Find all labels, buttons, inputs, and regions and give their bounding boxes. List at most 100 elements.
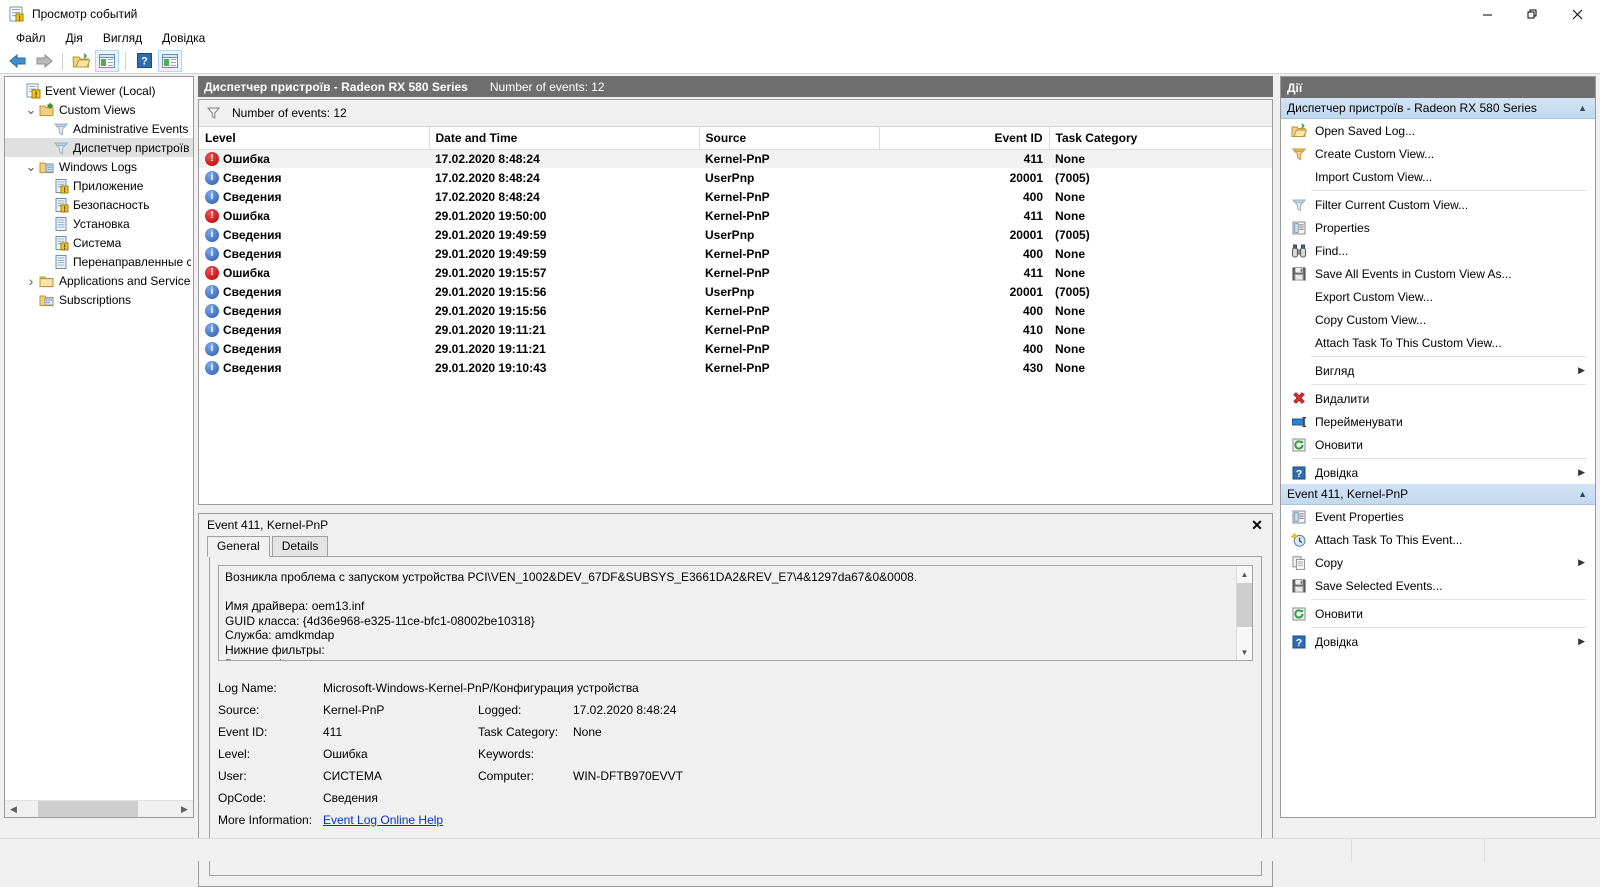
error-icon: ! [205, 266, 219, 280]
column-header-task-category[interactable]: Task Category [1049, 127, 1273, 149]
table-row[interactable]: iСведения29.01.2020 19:49:59Kernel-PnP40… [199, 244, 1273, 263]
tab-details[interactable]: Details [272, 536, 329, 556]
cell-source: Kernel-PnP [699, 187, 879, 206]
table-row[interactable]: !Ошибка17.02.2020 8:48:24Kernel-PnP411No… [199, 149, 1273, 168]
tab-general[interactable]: General [207, 536, 270, 557]
tree-item-6[interactable]: Безопасность [5, 195, 193, 214]
action-item-copy[interactable]: Copy▶ [1281, 551, 1595, 574]
tree-item-10[interactable]: › Applications and Services Lo [5, 271, 193, 290]
chevron-down-icon[interactable]: ⌄ [23, 102, 39, 118]
scroll-down-icon[interactable]: ▼ [1237, 644, 1252, 660]
action-item-find[interactable]: Find... [1281, 239, 1595, 262]
tree-item-9[interactable]: Перенаправленные соб [5, 252, 193, 271]
description-vertical-scrollbar[interactable]: ▲ ▼ [1236, 566, 1252, 660]
column-header-datetime[interactable]: Date and Time [429, 127, 699, 149]
chevron-down-icon[interactable]: ⌄ [23, 159, 39, 175]
menu-help[interactable]: Довідка [152, 29, 215, 47]
cell-event-id: 20001 [879, 282, 1049, 301]
scroll-left-icon[interactable]: ◀ [5, 801, 22, 818]
action-item-attach-task-to-this-custom-view[interactable]: Attach Task To This Custom View... [1281, 331, 1595, 354]
level-label: Ошибка [223, 209, 270, 223]
action-item-видалити[interactable]: Видалити [1281, 387, 1595, 410]
action-item-довідка[interactable]: ?Довідка▶ [1281, 461, 1595, 484]
tree-item-5[interactable]: Приложение [5, 176, 193, 195]
action-item-довідка[interactable]: ?Довідка▶ [1281, 630, 1595, 653]
tree-item-3[interactable]: Диспетчер пристроїв - [5, 138, 193, 157]
action-item-properties[interactable]: Properties [1281, 216, 1595, 239]
table-row[interactable]: iСведения29.01.2020 19:49:59UserPnp20001… [199, 225, 1273, 244]
toolbar-separator [62, 52, 63, 70]
cell-source: Kernel-PnP [699, 263, 879, 282]
table-row[interactable]: iСведения29.01.2020 19:11:21Kernel-PnP40… [199, 339, 1273, 358]
close-button[interactable] [1555, 0, 1600, 28]
chevron-right-icon[interactable]: › [23, 273, 39, 289]
detail-tab-panel: Возникла проблема с запуском устройства … [209, 556, 1262, 876]
filter-summary-bar[interactable]: Number of events: 12 [199, 100, 1272, 127]
forward-button[interactable] [32, 50, 56, 72]
action-item-оновити[interactable]: Оновити [1281, 433, 1595, 456]
status-cell-3 [1485, 839, 1600, 861]
tree-item-0[interactable]: Event Viewer (Local) [5, 81, 193, 100]
action-item-save-selected-events[interactable]: Save Selected Events... [1281, 574, 1595, 597]
open-folder-icon[interactable] [69, 50, 93, 72]
column-header-event-id[interactable]: Event ID [879, 127, 1049, 149]
chevron-up-icon[interactable]: ▲ [1578, 103, 1587, 113]
action-item-вигляд[interactable]: Вигляд▶ [1281, 359, 1595, 382]
table-row[interactable]: iСведения29.01.2020 19:15:56UserPnp20001… [199, 282, 1273, 301]
tree-item-7[interactable]: Установка [5, 214, 193, 233]
action-item-save-all-events-in-custom-view-as[interactable]: Save All Events in Custom View As... [1281, 262, 1595, 285]
actions-group-header-event[interactable]: Event 411, Kernel-PnP ▲ [1281, 484, 1595, 505]
table-row[interactable]: !Ошибка29.01.2020 19:15:57Kernel-PnP411N… [199, 263, 1273, 282]
metadata-row-log-name: Log Name: Microsoft-Windows-Kernel-PnP/К… [218, 677, 1253, 699]
action-item-перейменувати[interactable]: Перейменувати [1281, 410, 1595, 433]
tree-item-8[interactable]: Система [5, 233, 193, 252]
table-row[interactable]: iСведения29.01.2020 19:10:43Kernel-PnP43… [199, 358, 1273, 377]
action-item-event-properties[interactable]: Event Properties [1281, 505, 1595, 528]
scroll-up-icon[interactable]: ▲ [1237, 566, 1252, 582]
menu-file[interactable]: Файл [6, 29, 56, 47]
action-item-copy-custom-view[interactable]: Copy Custom View... [1281, 308, 1595, 331]
level-label: Ошибка [223, 266, 270, 280]
action-item-open-saved-log[interactable]: Open Saved Log... [1281, 119, 1595, 142]
metadata-row-source: Source: Kernel-PnP Logged: 17.02.2020 8:… [218, 699, 1253, 721]
action-item-filter-current-custom-view[interactable]: Filter Current Custom View... [1281, 193, 1595, 216]
tree-item-11[interactable]: Subscriptions [5, 290, 193, 309]
table-row[interactable]: iСведения29.01.2020 19:11:21Kernel-PnP41… [199, 320, 1273, 339]
table-row[interactable]: iСведения17.02.2020 8:48:24Kernel-PnP400… [199, 187, 1273, 206]
scroll-thumb[interactable] [1237, 583, 1253, 627]
level-label: Сведения [223, 323, 281, 337]
tree-item-4[interactable]: ⌄ Windows Logs [5, 157, 193, 176]
column-header-level[interactable]: Level [199, 127, 429, 149]
chevron-up-icon-2[interactable]: ▲ [1578, 489, 1587, 499]
maximize-restore-button[interactable] [1510, 0, 1555, 28]
minimize-button[interactable] [1465, 0, 1510, 28]
scroll-track[interactable] [22, 801, 176, 818]
tree-horizontal-scrollbar[interactable]: ◀ ▶ [5, 800, 193, 817]
event-metadata: Log Name: Microsoft-Windows-Kernel-PnP/К… [218, 677, 1253, 831]
column-header-source[interactable]: Source [699, 127, 879, 149]
table-row[interactable]: !Ошибка29.01.2020 19:50:00Kernel-PnP411N… [199, 206, 1273, 225]
event-log-online-help-link[interactable]: Event Log Online Help [323, 813, 443, 827]
event-table: Level Date and Time Source Event ID Task… [199, 127, 1273, 377]
menu-view[interactable]: Вигляд [93, 29, 152, 47]
no-icon [1289, 169, 1309, 185]
table-row[interactable]: iСведения17.02.2020 8:48:24UserPnp20001(… [199, 168, 1273, 187]
console-tree-icon[interactable] [95, 50, 119, 72]
scroll-right-icon[interactable]: ▶ [176, 801, 193, 818]
menu-action[interactable]: Дія [56, 29, 93, 47]
action-item-оновити[interactable]: Оновити [1281, 602, 1595, 625]
action-pane-icon[interactable] [158, 50, 182, 72]
action-item-attach-task-to-this-event[interactable]: Attach Task To This Event... [1281, 528, 1595, 551]
action-item-create-custom-view[interactable]: Create Custom View... [1281, 142, 1595, 165]
cell-source: Kernel-PnP [699, 339, 879, 358]
tree-item-1[interactable]: ⌄ Custom Views [5, 100, 193, 119]
close-icon[interactable]: ✕ [1248, 516, 1266, 534]
tree-item-2[interactable]: Administrative Events [5, 119, 193, 138]
back-button[interactable] [6, 50, 30, 72]
action-item-import-custom-view[interactable]: Import Custom View... [1281, 165, 1595, 188]
table-row[interactable]: iСведения29.01.2020 19:15:56Kernel-PnP40… [199, 301, 1273, 320]
actions-group-header-custom-view[interactable]: Диспетчер пристроїв - Radeon RX 580 Seri… [1281, 98, 1595, 119]
action-item-export-custom-view[interactable]: Export Custom View... [1281, 285, 1595, 308]
scroll-thumb[interactable] [38, 801, 138, 818]
question-mark-icon[interactable]: ? [132, 50, 156, 72]
